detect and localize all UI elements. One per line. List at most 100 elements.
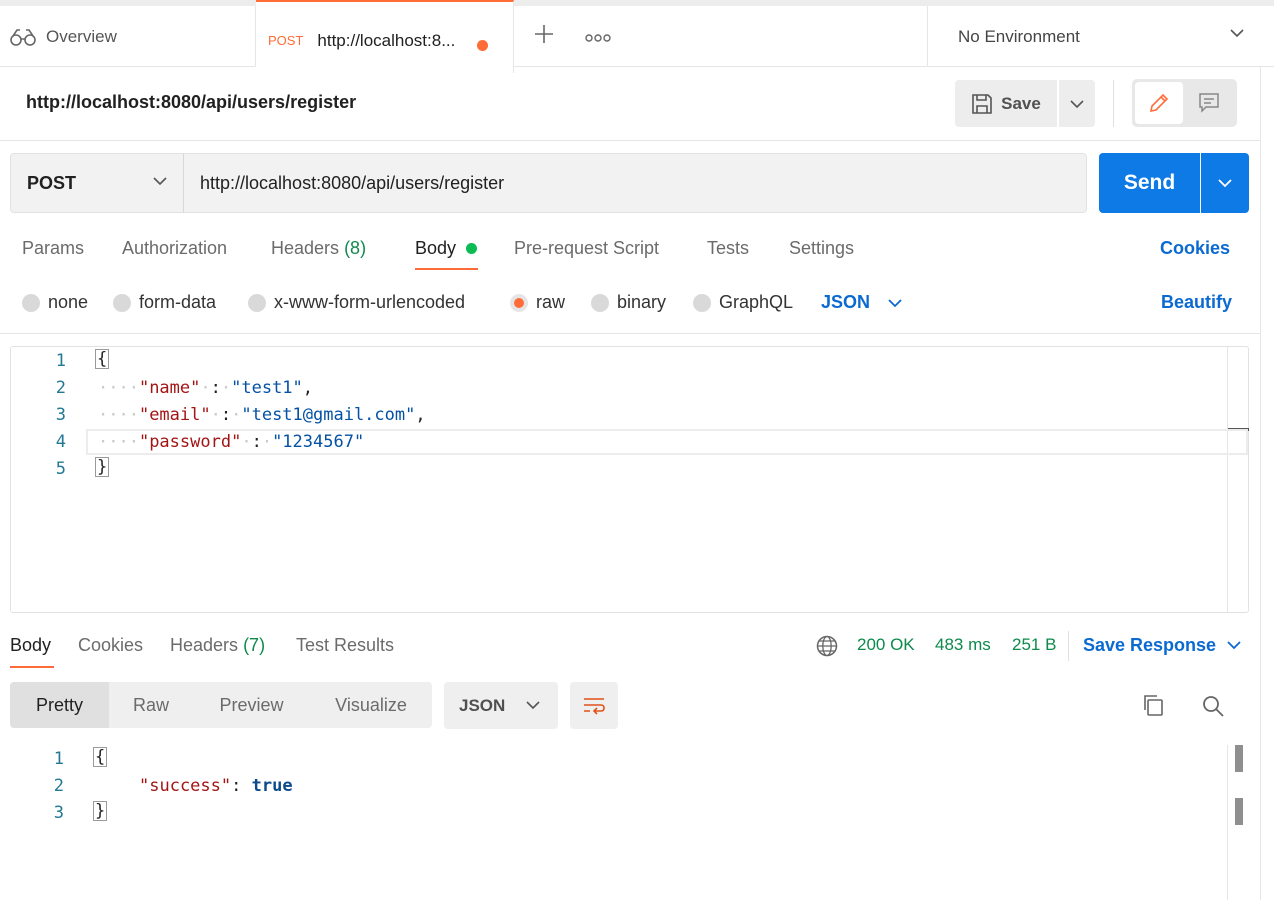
- radio-label: none: [48, 292, 89, 312]
- save-response-button[interactable]: Save Response: [1083, 635, 1216, 656]
- resp-tab-body[interactable]: Body: [10, 635, 51, 656]
- url-input[interactable]: [183, 153, 1087, 213]
- line-number: 2: [55, 378, 66, 398]
- response-size[interactable]: 251 B: [1012, 635, 1056, 655]
- copy-icon[interactable]: [1141, 693, 1165, 717]
- radio-circle-icon: [22, 293, 40, 312]
- response-time[interactable]: 483 ms: [935, 635, 991, 655]
- status-code[interactable]: 200 OK: [857, 635, 915, 655]
- globe-icon[interactable]: [816, 635, 838, 657]
- method-select[interactable]: POST: [10, 153, 184, 213]
- view-visualize-button[interactable]: Visualize: [310, 682, 432, 728]
- comment-icon: [1199, 93, 1219, 113]
- view-preview-button[interactable]: Preview: [193, 682, 310, 728]
- tab-tests[interactable]: Tests: [707, 238, 749, 259]
- tab-headers[interactable]: Headers (8): [271, 238, 366, 259]
- scrollbar-thumb[interactable]: [1235, 798, 1243, 825]
- divider: [0, 333, 1260, 334]
- line-number: 3: [53, 803, 64, 823]
- json-comma: ,: [415, 405, 426, 425]
- save-label: Save: [1001, 93, 1041, 113]
- line-number: 5: [55, 459, 66, 479]
- tab-pre-request-script[interactable]: Pre-request Script: [514, 238, 659, 259]
- unsaved-dot-icon: [477, 40, 488, 51]
- radio-binary[interactable]: binary: [591, 292, 666, 313]
- radio-circle-icon: [248, 293, 266, 312]
- scrollbar-thumb[interactable]: [1235, 745, 1243, 772]
- resp-tab-test-results[interactable]: Test Results: [296, 635, 394, 656]
- tab-params[interactable]: Params: [22, 238, 84, 259]
- tab-headers-label: Headers: [271, 238, 340, 258]
- json-key: "name": [138, 378, 201, 398]
- chevron-down-icon: [1070, 99, 1084, 108]
- view-pretty-button[interactable]: Pretty: [10, 682, 109, 728]
- tab-body[interactable]: Body: [415, 238, 456, 259]
- code-line: {: [93, 747, 108, 767]
- radio-raw[interactable]: raw: [510, 292, 565, 313]
- close-brace: }: [95, 457, 110, 477]
- resp-tab-cookies[interactable]: Cookies: [78, 635, 143, 656]
- active-tab-underline: [10, 666, 54, 668]
- save-dropdown-button[interactable]: [1059, 80, 1095, 127]
- response-format-select[interactable]: JSON: [444, 682, 558, 729]
- chevron-down-icon: [153, 177, 167, 186]
- more-options-icon[interactable]: [585, 34, 611, 42]
- language-select[interactable]: JSON: [821, 292, 870, 313]
- tab-active-request[interactable]: POST http://localhost:8...: [256, 0, 514, 73]
- view-raw-button[interactable]: Raw: [109, 682, 193, 728]
- code-line: ····"email"·:·"test1@gmail.com",: [98, 405, 426, 425]
- edit-mode-button[interactable]: [1135, 82, 1183, 124]
- tab-overview[interactable]: Overview: [0, 6, 256, 67]
- radio-label: x-www-form-urlencoded: [274, 292, 466, 312]
- search-icon[interactable]: [1201, 694, 1225, 718]
- code-line: }: [93, 801, 108, 821]
- wrap-lines-button[interactable]: [570, 682, 618, 729]
- send-dropdown-button[interactable]: [1201, 153, 1249, 213]
- pencil-icon: [1149, 93, 1169, 113]
- resp-tab-headers-label: Headers: [170, 635, 239, 655]
- radio-form-data[interactable]: form-data: [113, 292, 216, 313]
- environment-selector[interactable]: No Environment: [927, 6, 1274, 67]
- beautify-link[interactable]: Beautify: [1161, 292, 1232, 313]
- json-comma: ,: [302, 378, 314, 398]
- cookies-link[interactable]: Cookies: [1160, 238, 1230, 259]
- code-line: ····"name"·:·"test1",: [98, 378, 314, 398]
- editor-scrollbar[interactable]: [1227, 347, 1249, 612]
- json-colon: :: [231, 776, 252, 796]
- radio-none[interactable]: none: [22, 292, 88, 313]
- close-brace: }: [93, 801, 108, 821]
- chevron-down-icon[interactable]: [1227, 640, 1241, 650]
- response-scrollbar-track[interactable]: [1227, 745, 1228, 900]
- line-number: 3: [55, 405, 66, 425]
- code-line: {: [95, 349, 110, 369]
- request-title[interactable]: http://localhost:8080/api/users/register: [26, 92, 356, 113]
- radio-graphql[interactable]: GraphQL: [693, 292, 793, 313]
- overview-icon: [10, 28, 36, 46]
- comment-mode-button[interactable]: [1186, 82, 1232, 124]
- radio-circle-icon: [693, 293, 711, 312]
- method-value: POST: [27, 172, 77, 193]
- code-line: ····"password"·:·"1234567": [98, 432, 365, 452]
- send-button[interactable]: Send: [1099, 153, 1200, 213]
- radio-label: raw: [536, 292, 566, 312]
- radio-label: binary: [617, 292, 667, 312]
- plus-icon[interactable]: [532, 22, 556, 46]
- divider: [1260, 67, 1261, 900]
- tab-authorization[interactable]: Authorization: [122, 238, 227, 259]
- chevron-down-icon[interactable]: [888, 298, 902, 308]
- json-value: "test1@gmail.com": [241, 405, 416, 425]
- line-number: 4: [55, 432, 66, 452]
- line-number: 1: [53, 749, 64, 769]
- line-number: 2: [53, 776, 64, 796]
- save-button[interactable]: Save: [955, 80, 1057, 127]
- environment-label: No Environment: [958, 26, 1080, 46]
- chevron-down-icon: [1218, 179, 1232, 188]
- tab-overview-label: Overview: [46, 26, 117, 46]
- divider: [1113, 80, 1114, 127]
- radio-urlencoded[interactable]: x-www-form-urlencoded: [248, 292, 465, 313]
- tab-settings[interactable]: Settings: [789, 238, 854, 259]
- resp-tab-headers[interactable]: Headers (7): [170, 635, 265, 656]
- radio-selected-icon: [510, 293, 528, 312]
- radio-label: form-data: [139, 292, 217, 312]
- save-icon: [972, 93, 992, 114]
